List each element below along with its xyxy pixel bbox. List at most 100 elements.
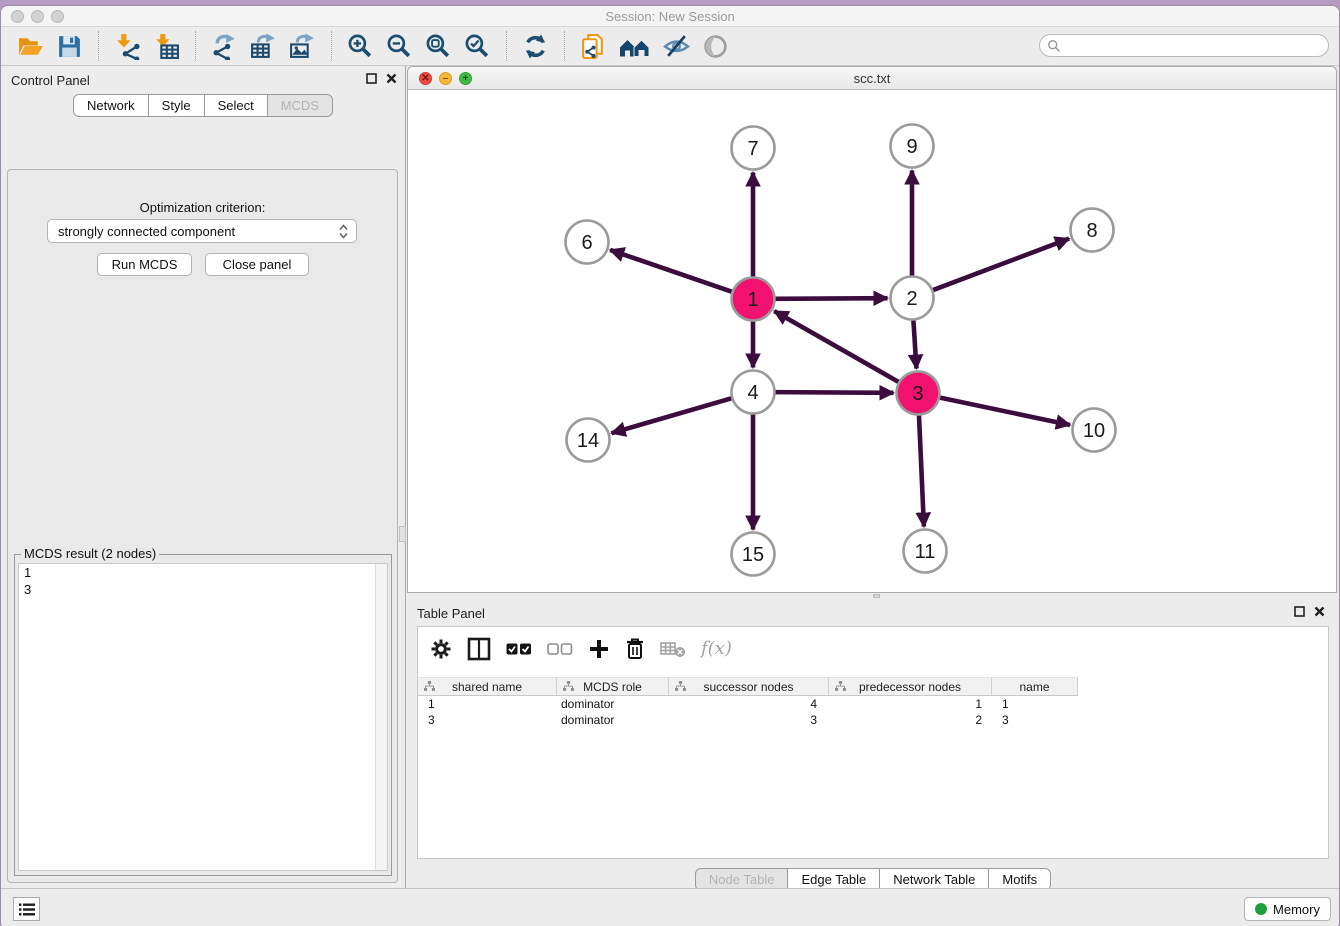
graph-node-4[interactable]: 4 [732,371,775,414]
first-neighbors-icon[interactable] [619,33,651,60]
graph-edge-3-11[interactable] [919,415,924,526]
delete-icon[interactable] [625,637,645,660]
column-header-MCDS-role[interactable]: MCDS role [557,677,669,696]
window-title: Session: New Session [1,9,1339,24]
scrollbar[interactable] [375,564,387,870]
graph-edge-1-2[interactable] [775,298,887,299]
save-session-icon[interactable] [56,33,83,60]
splitter-grip[interactable] [399,526,406,542]
graph-edge-4-3[interactable] [775,392,893,393]
graph-edge-3-10[interactable] [940,398,1070,425]
select-all-icon[interactable] [506,642,532,656]
graph-node-14[interactable]: 14 [567,419,610,462]
network-view-window: ✕ – + scc.txt 7 9 6 8 1 2 4 3 14 10 15 11 [407,66,1337,593]
column-type-icon [563,681,574,692]
graph-node-2[interactable]: 2 [891,277,934,320]
run-mcds-button[interactable]: Run MCDS [97,253,192,276]
mcds-result-item: 3 [19,581,387,598]
column-header-name[interactable]: name [992,677,1078,696]
zoom-out-icon[interactable] [386,33,413,60]
column-header-shared-name[interactable]: shared name [418,677,557,696]
export-table-icon[interactable] [250,33,277,60]
graph-node-3[interactable]: 3 [897,372,940,415]
mcds-result-list[interactable]: 13 [18,563,388,871]
node-table: shared nameMCDS rolesuccessor nodesprede… [418,677,1328,728]
network-title: scc.txt [408,71,1336,86]
export-network-icon[interactable] [211,33,238,60]
application-window: Session: New Session [0,5,1340,926]
mcds-result-item: 1 [19,564,387,581]
deselect-all-icon[interactable] [547,642,573,656]
selected-option: strongly connected component [58,224,235,239]
task-history-button[interactable] [13,897,40,921]
gear-icon[interactable] [430,638,452,660]
zoom-selected-icon[interactable] [464,33,491,60]
add-column-icon[interactable] [588,638,610,660]
tab-style[interactable]: Style [149,94,205,117]
column-layout-icon[interactable] [467,637,491,661]
graph-edge-2-3[interactable] [913,320,916,368]
column-type-icon [675,681,686,692]
tab-network[interactable]: Network [73,94,149,117]
close-panel-icon[interactable] [386,73,397,84]
mcds-result-title: MCDS result (2 nodes) [21,546,159,561]
tab-mcds[interactable]: MCDS [268,94,333,117]
graph-node-8[interactable]: 8 [1071,209,1114,252]
control-panel-tabs: NetworkStyleSelectMCDS [1,94,405,117]
title-bar: Session: New Session [1,6,1339,27]
hide-selected-icon[interactable] [663,33,690,60]
table-row[interactable]: 3dominator323 [418,712,1328,728]
memory-status-icon [1255,903,1267,915]
close-panel-icon[interactable] [1314,606,1325,617]
zoom-fit-icon[interactable] [425,33,452,60]
column-header-predecessor-nodes[interactable]: predecessor nodes [829,677,992,696]
export-image-icon[interactable] [289,33,316,60]
memory-label: Memory [1273,902,1320,917]
network-graph[interactable]: 7 9 6 8 1 2 4 3 14 10 15 11 [408,90,1337,593]
delete-table-icon[interactable] [660,640,686,658]
table-panel-title: Table Panel [417,606,485,621]
import-network-icon[interactable] [114,33,141,60]
network-canvas[interactable]: 7 9 6 8 1 2 4 3 14 10 15 11 [408,90,1336,592]
svg-text:14: 14 [577,430,599,452]
graph-node-1[interactable]: 1 [732,278,775,321]
graph-edge-4-14[interactable] [612,398,732,433]
graph-node-9[interactable]: 9 [891,125,934,168]
function-builder-icon[interactable]: f(x) [701,638,732,659]
float-panel-icon[interactable] [366,73,377,84]
graph-edge-3-1[interactable] [774,311,898,382]
graph-node-10[interactable]: 10 [1073,409,1116,452]
column-type-icon [424,681,435,692]
tab-select[interactable]: Select [205,94,268,117]
graph-edge-2-8[interactable] [933,239,1069,290]
toolbar-separator [331,31,332,61]
open-session-icon[interactable] [17,33,44,60]
table-cell: 1 [418,696,557,712]
column-header-successor-nodes[interactable]: successor nodes [669,677,829,696]
svg-text:8: 8 [1086,220,1097,242]
control-panel-title: Control Panel [11,73,90,88]
graph-edge-1-6[interactable] [610,250,732,292]
show-all-icon[interactable] [702,33,729,60]
svg-text:3: 3 [912,383,923,405]
zoom-in-icon[interactable] [347,33,374,60]
splitter-grip[interactable] [873,594,880,598]
memory-button[interactable]: Memory [1244,897,1331,921]
mcds-result-group: MCDS result (2 nodes) 13 [14,554,392,876]
table-row[interactable]: 1dominator411 [418,696,1328,712]
network-window-titlebar[interactable]: ✕ – + scc.txt [408,67,1336,90]
import-table-icon[interactable] [153,33,180,60]
toolbar-separator [506,31,507,61]
table-cell: dominator [557,712,669,728]
svg-text:1: 1 [747,289,758,311]
graph-node-7[interactable]: 7 [732,127,775,170]
close-panel-button[interactable]: Close panel [205,253,309,276]
graph-node-6[interactable]: 6 [566,221,609,264]
refresh-layout-icon[interactable] [522,33,549,60]
graph-node-15[interactable]: 15 [732,533,775,576]
float-panel-icon[interactable] [1294,606,1305,617]
optimization-criterion-select[interactable]: strongly connected component [47,219,357,243]
search-input[interactable] [1039,34,1329,57]
graph-node-11[interactable]: 11 [904,530,947,573]
new-network-from-selection-icon[interactable] [580,33,607,60]
